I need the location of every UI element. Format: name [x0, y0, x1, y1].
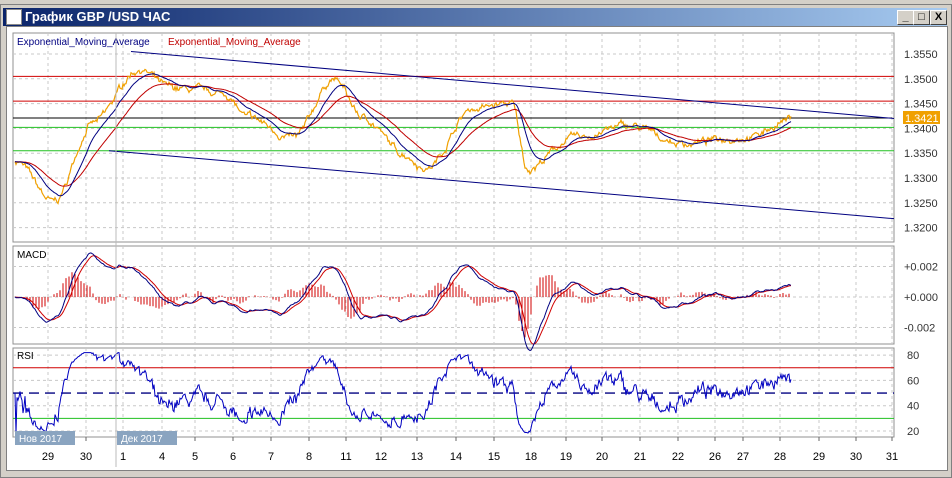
- rsi-tick-label: 60: [907, 375, 919, 387]
- day-label: 8: [306, 451, 312, 463]
- title-bar[interactable]: График GBP /USD ЧАС _ □ X: [3, 8, 947, 26]
- day-label: 12: [375, 451, 387, 463]
- macd-tick-label: +0.000: [904, 292, 938, 304]
- month-label: Дек 2017: [121, 434, 163, 445]
- current-price-label: 1.3421: [905, 113, 939, 125]
- close-button[interactable]: X: [930, 10, 947, 25]
- legend-ema-slow: Exponential_Moving_Average: [168, 37, 301, 48]
- price-tick-label: 1.3350: [904, 148, 938, 160]
- price-tick-label: 1.3400: [904, 123, 938, 135]
- rsi-label: RSI: [17, 351, 34, 362]
- rsi-tick-label: 20: [907, 426, 919, 438]
- macd-tick-label: -0.002: [904, 323, 935, 335]
- price-tick-label: 1.3550: [904, 49, 938, 61]
- chart-area[interactable]: 1.3550 1.3500 1.3450 1.3400 1.3350 1.3300 1.32…: [6, 26, 948, 471]
- day-label: 28: [774, 451, 786, 463]
- day-label: 19: [560, 451, 572, 463]
- day-label: 30: [850, 451, 862, 463]
- day-label: 15: [488, 451, 500, 463]
- day-label: 26: [709, 451, 721, 463]
- day-label: 20: [596, 451, 608, 463]
- chart-app-icon: [6, 9, 22, 25]
- price-tick-label: 1.3200: [904, 223, 938, 235]
- price-tick-label: 1.3300: [904, 173, 938, 185]
- macd-tick-label: +0.002: [904, 262, 938, 274]
- rsi-tick-label: 40: [907, 401, 919, 413]
- day-label: 13: [411, 451, 423, 463]
- day-label: 14: [450, 451, 462, 463]
- day-label: 7: [268, 451, 274, 463]
- day-label: 11: [340, 451, 351, 463]
- window-title: График GBP /USD ЧАС: [25, 9, 171, 24]
- minimize-button[interactable]: _: [897, 10, 914, 25]
- price-tick-label: 1.3250: [904, 198, 938, 210]
- day-label: 5: [192, 451, 198, 463]
- day-label: 22: [672, 451, 684, 463]
- day-label: 27: [737, 451, 749, 463]
- month-label: Нов 2017: [19, 434, 63, 445]
- day-label: 29: [42, 451, 54, 463]
- chart-canvas[interactable]: 1.3550 1.3500 1.3450 1.3400 1.3350 1.3300 1.32…: [7, 27, 947, 470]
- price-tick-label: 1.3450: [904, 99, 938, 111]
- macd-label: MACD: [17, 250, 46, 261]
- day-label: 21: [634, 451, 646, 463]
- maximize-button[interactable]: □: [913, 10, 930, 25]
- day-label: 29: [813, 451, 825, 463]
- rsi-tick-label: 80: [907, 350, 919, 362]
- day-label: 30: [80, 451, 92, 463]
- day-label: 4: [159, 451, 165, 463]
- legend-ema-fast: Exponential_Moving_Average: [17, 37, 150, 48]
- day-label: 18: [525, 451, 537, 463]
- day-label: 6: [230, 451, 236, 463]
- price-tick-label: 1.3500: [904, 74, 938, 86]
- day-label: 31: [886, 451, 898, 463]
- day-label: 1: [120, 451, 126, 463]
